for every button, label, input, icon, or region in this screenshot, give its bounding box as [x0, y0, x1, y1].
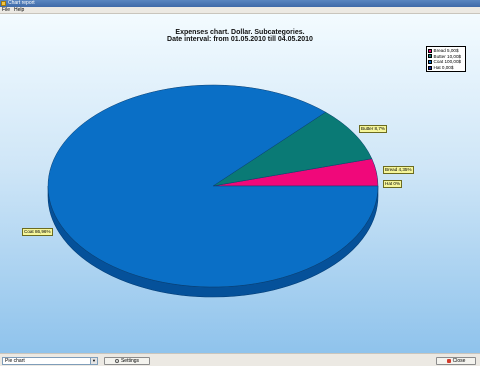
settings-button-label: Settings	[120, 358, 140, 364]
window-titlebar: Chart report	[0, 0, 480, 7]
chart-legend: Bread 5,00$ Butter 10,00$ Coat 100,00$ Hat …	[426, 46, 466, 73]
legend-swatch	[428, 59, 432, 64]
app-icon	[1, 1, 6, 6]
window-title: Chart report	[8, 0, 35, 6]
close-button[interactable]: Close	[436, 357, 476, 365]
gear-icon	[114, 359, 119, 363]
chart-type-value: Pie chart	[5, 358, 25, 364]
legend-swatch	[428, 65, 432, 70]
bottom-toolbar: Pie chart ▼ Settings Close	[0, 353, 480, 366]
data-label-hat: Hat 0%	[383, 180, 403, 188]
legend-item-hat: Hat 0,00$	[428, 65, 464, 71]
menu-file[interactable]: File	[2, 7, 10, 14]
pie-chart	[47, 84, 379, 298]
data-label-butter: Butter 8,7%	[359, 125, 388, 133]
legend-swatch	[428, 54, 432, 59]
settings-button[interactable]: Settings	[104, 357, 150, 365]
close-icon	[446, 359, 451, 363]
close-button-label: Close	[452, 358, 466, 364]
menu-bar: File Help	[0, 7, 480, 14]
chart-area: Expenses chart. Dollar. Subcategories. D…	[0, 14, 480, 353]
chart-type-select[interactable]: Pie chart ▼	[2, 357, 98, 365]
legend-swatch	[428, 48, 432, 53]
data-label-coat: Coat 86,96%	[22, 228, 53, 236]
data-label-bread: Bread 4,35%	[383, 166, 414, 174]
legend-label: Hat 0,00$	[433, 64, 454, 70]
menu-help[interactable]: Help	[14, 7, 24, 14]
chevron-down-icon[interactable]: ▼	[90, 358, 97, 364]
